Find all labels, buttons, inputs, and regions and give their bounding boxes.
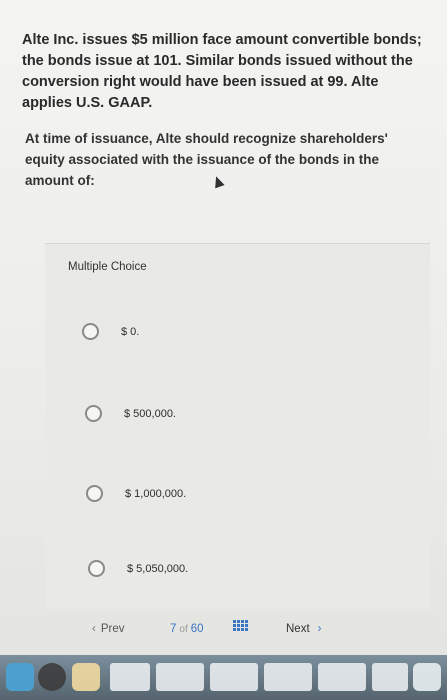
answer-option-1[interactable]: $ 0. bbox=[82, 323, 139, 340]
multiple-choice-panel: Multiple Choice $ 0. $ 500,000. $ 1,000,… bbox=[45, 243, 430, 609]
window-thumbnail[interactable] bbox=[318, 663, 366, 691]
window-thumbnail[interactable] bbox=[210, 663, 258, 691]
of-label: of bbox=[179, 624, 188, 635]
chevron-left-icon: ‹ bbox=[92, 623, 96, 635]
chevron-right-icon: › bbox=[317, 623, 322, 635]
app-icon[interactable] bbox=[72, 663, 100, 691]
app-store-icon[interactable] bbox=[6, 663, 34, 691]
window-thumbnail[interactable] bbox=[264, 663, 312, 691]
window-thumbnail[interactable] bbox=[372, 663, 408, 691]
app-icon[interactable] bbox=[38, 663, 66, 691]
current-page: 7 bbox=[170, 623, 177, 635]
radio-button[interactable] bbox=[88, 560, 105, 577]
taskbar bbox=[0, 655, 447, 700]
question-text: Alte Inc. issues $5 million face amount … bbox=[22, 32, 422, 111]
window-thumbnail[interactable] bbox=[156, 663, 204, 691]
answer-option-label: $ 5,050,000. bbox=[127, 562, 189, 575]
answer-option-2[interactable]: $ 500,000. bbox=[85, 405, 176, 422]
answer-option-3[interactable]: $ 1,000,000. bbox=[86, 485, 186, 502]
answer-option-label: $ 500,000. bbox=[124, 407, 176, 420]
answer-option-label: $ 0. bbox=[121, 325, 140, 338]
radio-button[interactable] bbox=[82, 323, 99, 340]
question-grid-icon[interactable] bbox=[233, 620, 248, 635]
multiple-choice-title: Multiple Choice bbox=[68, 261, 147, 273]
radio-button[interactable] bbox=[86, 485, 103, 502]
next-button[interactable]: Next › bbox=[286, 623, 322, 635]
answer-option-label: $ 1,000,000. bbox=[125, 487, 187, 500]
page-indicator[interactable]: 7 of 60 bbox=[170, 623, 204, 635]
trash-icon[interactable] bbox=[413, 663, 441, 691]
question-page: Alte Inc. issues $5 million face amount … bbox=[0, 0, 447, 655]
total-pages: 60 bbox=[190, 623, 204, 635]
prev-label: Prev bbox=[100, 623, 125, 635]
window-thumbnail[interactable] bbox=[110, 663, 150, 691]
question-navigation: ‹ Prev 7 of 60 Next › bbox=[80, 620, 380, 640]
answer-option-4[interactable]: $ 5,050,000. bbox=[88, 560, 188, 577]
next-label: Next bbox=[286, 623, 310, 635]
radio-button[interactable] bbox=[85, 405, 102, 422]
prev-button[interactable]: ‹ Prev bbox=[92, 623, 125, 635]
